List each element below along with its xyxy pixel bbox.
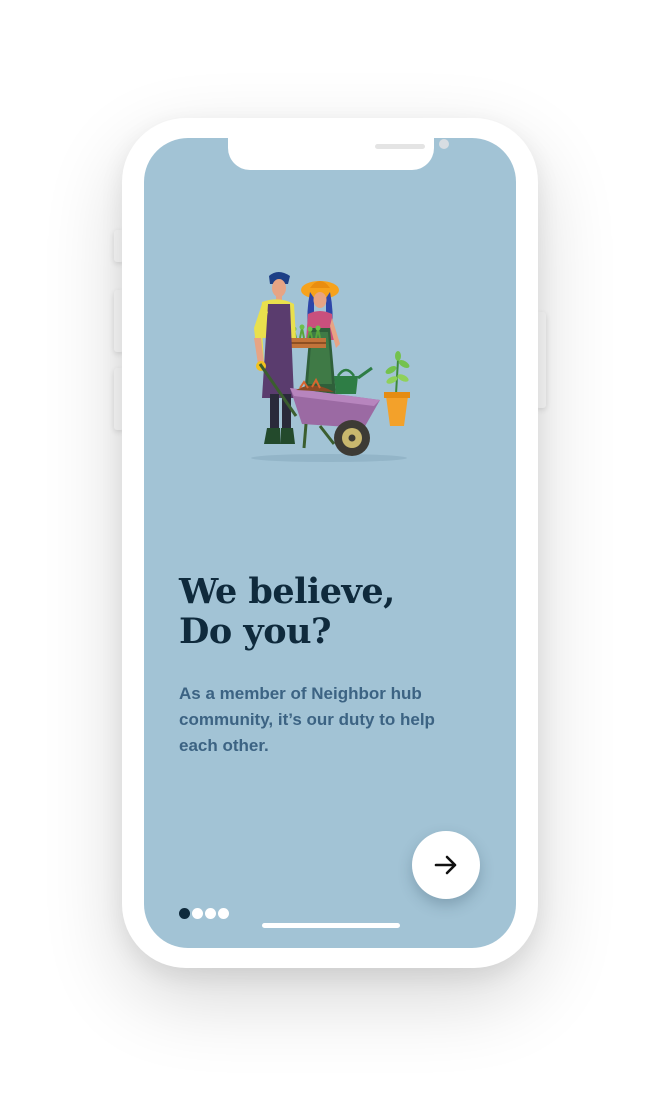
onboarding-description: As a member of Neighbor hub community, i…	[179, 684, 435, 755]
page-dot-4[interactable]	[218, 908, 229, 919]
home-indicator[interactable]	[262, 923, 400, 928]
potted-plant	[384, 351, 410, 426]
headline-line-2: Do you?	[179, 611, 332, 652]
arrow-right-icon	[434, 855, 457, 875]
speaker-grille	[375, 144, 425, 149]
man-gardener	[254, 272, 296, 444]
stage: We believe, Do you? As a member of Neigh…	[0, 0, 660, 1096]
next-button[interactable]	[412, 831, 480, 899]
gardeners-illustration	[251, 272, 410, 462]
phone-notch	[228, 138, 449, 170]
page-indicator	[179, 908, 229, 919]
page-dot-2[interactable]	[192, 908, 203, 919]
front-camera	[439, 139, 449, 149]
page-dot-1-active[interactable]	[179, 908, 190, 919]
page-dot-3[interactable]	[205, 908, 216, 919]
headline-line-1: We believe,	[179, 571, 395, 612]
onboarding-screen: We believe, Do you? As a member of Neigh…	[144, 138, 516, 948]
page-title: We believe, Do you?	[179, 572, 479, 652]
